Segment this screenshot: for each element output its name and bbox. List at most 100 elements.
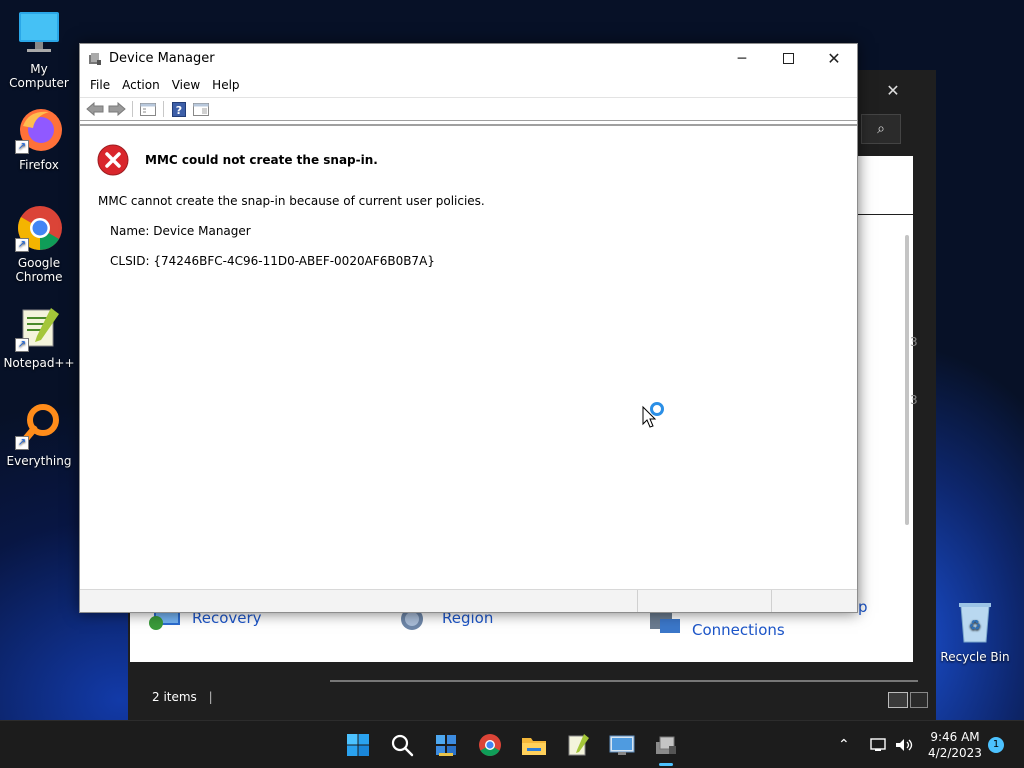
device-manager-window[interactable]: Device Manager ─ ✕ File Action View Help… xyxy=(79,43,858,613)
background-status-text: 2 items | xyxy=(152,690,213,704)
background-scrollbar[interactable] xyxy=(905,235,909,525)
taskbar-app-control-panel[interactable] xyxy=(430,729,462,761)
item-count: 2 items xyxy=(152,690,197,704)
close-icon: ✕ xyxy=(827,49,841,68)
forward-arrow-icon xyxy=(108,102,126,116)
status-segment xyxy=(80,590,638,612)
show-hidden-icons-button[interactable]: ⌃ xyxy=(838,721,850,768)
maximize-button[interactable] xyxy=(765,44,811,73)
desktop-icon-notepadpp[interactable]: ↗ Notepad++ xyxy=(0,304,78,370)
clock-date: 4/2/2023 xyxy=(928,746,982,760)
error-header: MMC could not create the snap-in. xyxy=(97,144,378,176)
desktop-icon-label: Notepad++ xyxy=(3,356,75,370)
shortcut-arrow-icon: ↗ xyxy=(15,436,29,450)
bg-side-number: 3 xyxy=(910,335,918,349)
shortcut-arrow-icon: ↗ xyxy=(15,140,29,154)
close-button[interactable]: ✕ xyxy=(811,44,857,73)
status-segment xyxy=(638,590,772,612)
taskbar: ⌃ 9:46 AM 4/2/2023 xyxy=(0,720,1024,768)
search-icon xyxy=(391,734,414,757)
connections-label-tail: p xyxy=(858,598,868,616)
menu-file[interactable]: File xyxy=(84,78,116,92)
menu-action[interactable]: Action xyxy=(116,78,166,92)
toolbar: ? xyxy=(80,97,857,121)
desktop-icon-label: Firefox xyxy=(19,158,59,172)
shortcut-arrow-icon: ↗ xyxy=(15,238,29,252)
taskbar-app-remote-desktop[interactable] xyxy=(606,729,638,761)
taskbar-app-device-manager[interactable] xyxy=(650,729,682,766)
desktop-icon-label: My Computer xyxy=(9,62,69,90)
chrome-taskbar-icon xyxy=(479,734,501,756)
menu-bar: File Action View Help xyxy=(80,73,857,97)
desktop-icon-my-computer[interactable]: My Computer xyxy=(0,10,78,90)
help-icon: ? xyxy=(172,101,186,117)
shortcut-arrow-icon: ↗ xyxy=(15,338,29,352)
desktop-icon-everything[interactable]: ↗ Everything xyxy=(0,402,78,468)
taskbar-app-file-explorer[interactable] xyxy=(518,729,550,761)
toolbar-separator xyxy=(163,101,164,117)
action-pane-icon xyxy=(193,102,209,116)
title-bar[interactable]: Device Manager ─ ✕ xyxy=(80,44,857,73)
show-console-tree-button[interactable] xyxy=(137,99,159,119)
background-panel-strip xyxy=(858,156,913,214)
remote-desktop-icon xyxy=(609,735,635,755)
background-close-icon[interactable]: ✕ xyxy=(873,76,913,106)
snapin-name: Name: Device Manager xyxy=(110,224,251,238)
tiles-view-icon[interactable] xyxy=(910,692,928,708)
maximize-icon xyxy=(782,53,794,64)
device-manager-taskbar-icon xyxy=(656,736,676,754)
chevron-up-icon: ⌃ xyxy=(838,737,850,753)
status-separator: | xyxy=(208,690,213,704)
console-tree-icon xyxy=(140,102,156,116)
network-icon xyxy=(870,738,886,751)
desktop-icon-chrome[interactable]: ↗ Google Chrome xyxy=(0,204,78,284)
control-panel-icon xyxy=(436,735,456,756)
error-icon xyxy=(97,144,129,176)
desktop-icon-label: Google Chrome xyxy=(15,256,63,284)
start-button[interactable] xyxy=(342,729,374,761)
details-view-icon[interactable] xyxy=(888,692,908,708)
window-title: Device Manager xyxy=(109,51,215,66)
menu-view[interactable]: View xyxy=(166,78,206,92)
back-button[interactable] xyxy=(84,99,106,119)
desktop-icon-label: Recycle Bin xyxy=(940,650,1010,664)
notepadpp-icon: ↗ xyxy=(15,304,63,352)
toolbar-separator xyxy=(132,101,133,117)
background-hscroll[interactable] xyxy=(330,680,918,682)
minimize-button[interactable]: ─ xyxy=(719,44,765,73)
error-message: MMC cannot create the snap-in because of… xyxy=(98,194,485,208)
forward-button[interactable] xyxy=(106,99,128,119)
bg-side-number: 3 xyxy=(910,393,918,407)
error-content-pane: MMC could not create the snap-in. MMC ca… xyxy=(80,124,857,589)
network-status[interactable] xyxy=(870,721,888,768)
svg-text:♻: ♻ xyxy=(969,618,982,634)
desktop-icon-label: Everything xyxy=(6,454,72,468)
desktop-icon-firefox[interactable]: ↗ Firefox xyxy=(0,106,78,172)
view-toggle[interactable] xyxy=(888,692,928,708)
background-status-area xyxy=(152,662,918,720)
taskbar-app-chrome[interactable] xyxy=(474,729,506,761)
volume-control[interactable] xyxy=(894,721,914,768)
recycle-bin-icon: ♻ xyxy=(951,598,999,646)
monitor-icon xyxy=(15,10,63,58)
clock-time: 9:46 AM xyxy=(930,730,980,744)
back-arrow-icon xyxy=(86,102,104,116)
background-search-icon[interactable]: ⌕ xyxy=(861,114,901,144)
desktop-icon-recycle-bin[interactable]: ♻ Recycle Bin xyxy=(936,598,1014,664)
taskbar-app-notepadpp[interactable] xyxy=(562,729,594,761)
notification-badge[interactable]: 1 xyxy=(988,737,1004,753)
show-action-pane-button[interactable] xyxy=(190,99,212,119)
taskbar-search-button[interactable] xyxy=(386,729,418,761)
speaker-icon xyxy=(896,739,913,751)
menu-help[interactable]: Help xyxy=(206,78,245,92)
error-title: MMC could not create the snap-in. xyxy=(145,153,378,167)
device-manager-app-icon xyxy=(89,52,101,65)
minimize-icon: ─ xyxy=(737,50,747,67)
help-button[interactable]: ? xyxy=(168,99,190,119)
busy-cursor xyxy=(642,400,666,430)
taskbar-clock[interactable]: 9:46 AM 4/2/2023 xyxy=(922,729,988,761)
snapin-clsid: CLSID: {74246BFC-4C96-11D0-ABEF-0020AF6B… xyxy=(110,254,435,268)
chrome-icon: ↗ xyxy=(15,204,63,252)
status-bar xyxy=(80,589,857,612)
connections-label: Connections xyxy=(692,621,785,639)
